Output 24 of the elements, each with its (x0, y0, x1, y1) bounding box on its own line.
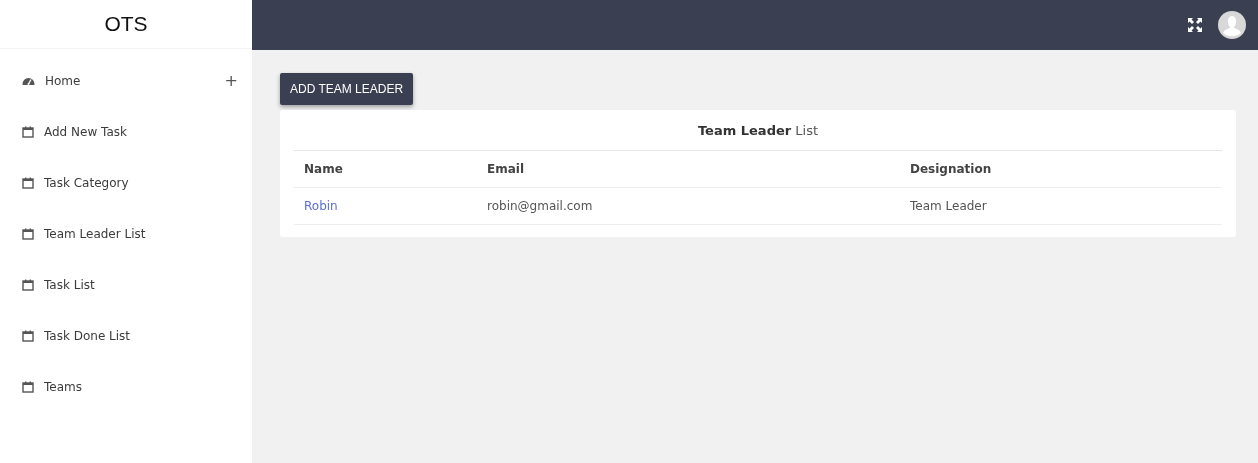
column-header: Name (294, 151, 477, 188)
calendar-icon (22, 278, 34, 291)
avatar-icon[interactable] (1218, 11, 1246, 39)
fullscreen-icon[interactable] (1188, 18, 1202, 32)
calendar-icon (22, 227, 34, 240)
table-cell: Team Leader (900, 187, 1222, 225)
calendar-icon (22, 125, 34, 138)
table-cell: robin@gmail.com (477, 187, 900, 225)
column-header: Email (477, 151, 900, 188)
calendar-icon (22, 380, 34, 393)
column-header: Designation (900, 151, 1222, 188)
add-team-leader-button[interactable]: ADD TEAM LEADER (280, 73, 414, 105)
calendar-icon (22, 329, 34, 342)
sidebar-item[interactable]: Task List (0, 259, 252, 310)
name-link[interactable]: Robin (304, 199, 338, 213)
sidebar-item[interactable]: Teams (0, 361, 252, 412)
sidebar-item[interactable]: Task Category (0, 157, 252, 208)
card-title: Team Leader List (294, 110, 1222, 151)
sidebar-item[interactable]: Task Done List (0, 310, 252, 361)
expand-toggle[interactable]: + (224, 71, 238, 90)
calendar-icon (22, 176, 34, 189)
sidebar-item[interactable]: Team Leader List (0, 208, 252, 259)
sidebar-item[interactable]: Home + (0, 55, 252, 106)
sidebar-item[interactable]: Add New Task (0, 106, 252, 157)
